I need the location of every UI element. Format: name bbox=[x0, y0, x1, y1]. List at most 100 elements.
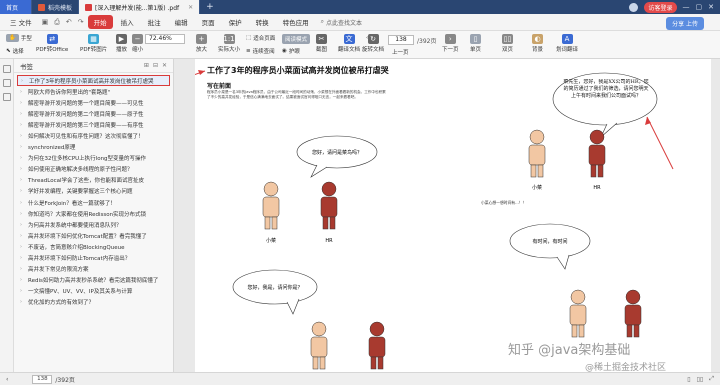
bookmark-collapse-icon[interactable]: ⊟ bbox=[153, 62, 158, 69]
chevron-right-icon[interactable]: › bbox=[20, 288, 28, 294]
hand-tool[interactable]: ✋ 手型 bbox=[6, 34, 32, 42]
bookmark-item[interactable]: › ThreadLocal学会了这些，你也能和面试官扯皮 bbox=[14, 175, 173, 186]
bookmark-item[interactable]: › 解密导游开发问题的第三个题目简要——有序性 bbox=[14, 119, 173, 130]
login-button[interactable]: 访客登录 bbox=[644, 1, 677, 13]
save-icon[interactable]: ▣ bbox=[40, 18, 51, 26]
chevron-right-icon[interactable]: › bbox=[20, 133, 28, 139]
fullscreen-icon[interactable]: ⤢ bbox=[709, 375, 714, 383]
bookmark-panel-icon[interactable] bbox=[2, 65, 11, 73]
bookmark-item[interactable]: › 如何使用正确地解决多线程的原子性问题？ bbox=[14, 164, 173, 175]
bookmark-item[interactable]: › 一文搞懂PV、UV、VV、IP及其关系与计算 bbox=[14, 286, 173, 297]
bookmark-item[interactable]: › 为何在32位多核CPU上执行long型变量的写操作 bbox=[14, 153, 173, 164]
bookmark-item[interactable]: › 优化加的方式的有效到了？ bbox=[14, 297, 173, 308]
bookmark-item[interactable]: › 高并发下常见的限流方案 bbox=[14, 264, 173, 275]
bookmark-item[interactable]: › 你知道吗？大家都在使用Redisson实现分布式锁 bbox=[14, 208, 173, 219]
word-translate-button[interactable]: A 划词翻译 bbox=[556, 34, 578, 53]
page-number-input[interactable]: 138 bbox=[388, 35, 414, 45]
share-button[interactable]: 分享 上传 bbox=[666, 17, 704, 30]
continuous-read-button[interactable]: ≡ 连续查阅 bbox=[246, 47, 275, 55]
chevron-right-icon[interactable]: › bbox=[20, 166, 28, 172]
actual-size-button[interactable]: 1:1 实际大小 bbox=[218, 34, 240, 53]
view-double-icon[interactable]: ▯▯ bbox=[697, 376, 704, 383]
view-single-icon[interactable]: ▯ bbox=[687, 376, 690, 383]
user-avatar[interactable] bbox=[629, 2, 639, 12]
bookmark-item[interactable]: › Redis如何助力高并发秒杀系统？看完这篇我彻底懂了 bbox=[14, 275, 173, 286]
chevron-right-icon[interactable]: › bbox=[20, 244, 28, 250]
redo-icon[interactable]: ↷ bbox=[76, 18, 86, 26]
chevron-right-icon[interactable]: › bbox=[20, 277, 28, 283]
chevron-right-icon[interactable]: › bbox=[20, 188, 28, 194]
menu-edit[interactable]: 编辑 bbox=[169, 15, 194, 29]
menu-start[interactable]: 开始 bbox=[87, 15, 113, 29]
close-tab-icon[interactable]: ✕ bbox=[188, 4, 193, 11]
select-tool[interactable]: ⬉ 选择 bbox=[6, 47, 24, 55]
zoom-input[interactable]: 72.46% bbox=[145, 34, 185, 44]
chevron-right-icon[interactable]: › bbox=[20, 177, 28, 183]
chevron-right-icon[interactable]: › bbox=[20, 299, 28, 305]
minimize-icon[interactable]: — bbox=[683, 3, 690, 11]
print-icon[interactable]: ⎙ bbox=[52, 18, 62, 27]
fit-page-button[interactable]: ⬚ 适合页面 bbox=[246, 34, 275, 42]
tab-pdf-document[interactable]: [深入理解并发(能...第1版) .pdf ✕ bbox=[79, 0, 201, 14]
chevron-right-icon[interactable]: › bbox=[20, 266, 28, 272]
double-page-button[interactable]: ▯▯ 双页 bbox=[502, 34, 513, 53]
chevron-right-icon[interactable]: › bbox=[20, 100, 28, 106]
document-viewport[interactable]: 工作了3年的程序员小菜面试高并发岗位被吊打虐哭 写在前面 程序员小菜是一名3年的… bbox=[175, 59, 720, 372]
chevron-right-icon[interactable]: › bbox=[20, 155, 28, 161]
play-button[interactable]: ▶ 播放 bbox=[116, 34, 127, 53]
bookmark-item[interactable]: › 解密导游开发问题的第二个题目简要——原子性 bbox=[14, 108, 173, 119]
translate-button[interactable]: 文 翻译文档 bbox=[338, 34, 360, 53]
comment-panel-icon[interactable] bbox=[2, 93, 11, 101]
menu-page[interactable]: 页面 bbox=[196, 15, 221, 29]
bookmark-item[interactable]: › 解密导游开发问题的第一个题目简要——可见性 bbox=[14, 97, 173, 108]
next-page-button[interactable]: › 下一页 bbox=[442, 34, 459, 53]
bookmark-item[interactable]: › 高并发环境下如何防止Tomcat内存溢出？ bbox=[14, 253, 173, 264]
bookmark-item[interactable]: › 如何解决可见性和有序性问题？这次彻底懂了！ bbox=[14, 130, 173, 141]
pdf-to-image-button[interactable]: ▦ PDF转图片 bbox=[80, 34, 107, 53]
chevron-right-icon[interactable]: › bbox=[20, 211, 28, 217]
shrink-button[interactable]: − 缩小 bbox=[132, 34, 143, 53]
bookmark-item[interactable]: › 工作了3年的程序员小菜面试高并发岗位被吊打虐哭 bbox=[17, 75, 170, 87]
menu-convert[interactable]: 转换 bbox=[250, 15, 275, 29]
chevron-right-icon[interactable]: › bbox=[20, 222, 28, 228]
bookmark-item[interactable]: › 为何高并发系统中都要使用消息队列？ bbox=[14, 219, 173, 230]
chevron-right-icon[interactable]: › bbox=[20, 144, 28, 150]
chevron-right-icon[interactable]: › bbox=[20, 89, 28, 95]
prev-page-button[interactable]: 上一页 bbox=[392, 48, 409, 56]
tab-docer[interactable]: 稻壳模板 bbox=[32, 0, 80, 14]
menu-protect[interactable]: 保护 bbox=[223, 15, 248, 29]
new-tab-button[interactable]: + bbox=[200, 0, 220, 14]
chevron-right-icon[interactable]: › bbox=[21, 78, 29, 84]
sidebar-close-icon[interactable]: ✕ bbox=[162, 62, 167, 69]
bookmark-item[interactable]: › 不废话，言简意赅介绍BlockingQueue bbox=[14, 241, 173, 252]
menu-special[interactable]: 特色应用 bbox=[277, 15, 315, 29]
maximize-icon[interactable]: ▢ bbox=[696, 3, 703, 11]
status-page-input[interactable]: 138 bbox=[32, 374, 53, 384]
bookmark-add-icon[interactable]: ⊞ bbox=[144, 62, 149, 69]
bookmark-item[interactable]: › 高并发环境下如何优化Tomcat配置？看完我懂了 bbox=[14, 230, 173, 241]
tab-home[interactable]: 首页 bbox=[0, 0, 32, 14]
screenshot-button[interactable]: ✂ 截图 bbox=[316, 34, 327, 53]
menu-insert[interactable]: 插入 bbox=[115, 15, 140, 29]
search-box[interactable]: ⌕ 点此查找文本 bbox=[321, 18, 362, 27]
thumbnail-panel-icon[interactable] bbox=[2, 79, 11, 87]
status-prev-icon[interactable]: ‹ bbox=[6, 376, 8, 383]
bookmark-item[interactable]: › 阿欧大师告诉你阿里出的"套路题" bbox=[14, 86, 173, 97]
chevron-right-icon[interactable]: › bbox=[20, 200, 28, 206]
bookmark-item[interactable]: › synchronized原理 bbox=[14, 142, 173, 153]
bookmark-item[interactable]: › 学好并发编程，关键要掌握这三个核心问题 bbox=[14, 186, 173, 197]
prev-page-arrow[interactable]: ‹ bbox=[366, 35, 368, 41]
bookmark-item[interactable]: › 什么是ForkJoin？看这一篇就够了！ bbox=[14, 197, 173, 208]
eye-protect-button[interactable]: ◉ 护眼 bbox=[282, 47, 300, 55]
chevron-right-icon[interactable]: › bbox=[20, 233, 28, 239]
background-button[interactable]: ◐ 背景 bbox=[532, 34, 543, 53]
chevron-right-icon[interactable]: › bbox=[20, 111, 28, 117]
single-page-button[interactable]: ▯ 单页 bbox=[470, 34, 481, 53]
close-window-icon[interactable]: ✕ bbox=[708, 3, 714, 11]
file-menu[interactable]: 三 文件 bbox=[4, 15, 38, 29]
chevron-right-icon[interactable]: › bbox=[20, 122, 28, 128]
chevron-right-icon[interactable]: › bbox=[20, 255, 28, 261]
enlarge-button[interactable]: + 放大 bbox=[196, 34, 207, 53]
pdf-to-office-button[interactable]: ⇄ PDF转Office bbox=[36, 34, 68, 53]
read-mode-button[interactable]: 阅读模式 bbox=[282, 34, 311, 44]
